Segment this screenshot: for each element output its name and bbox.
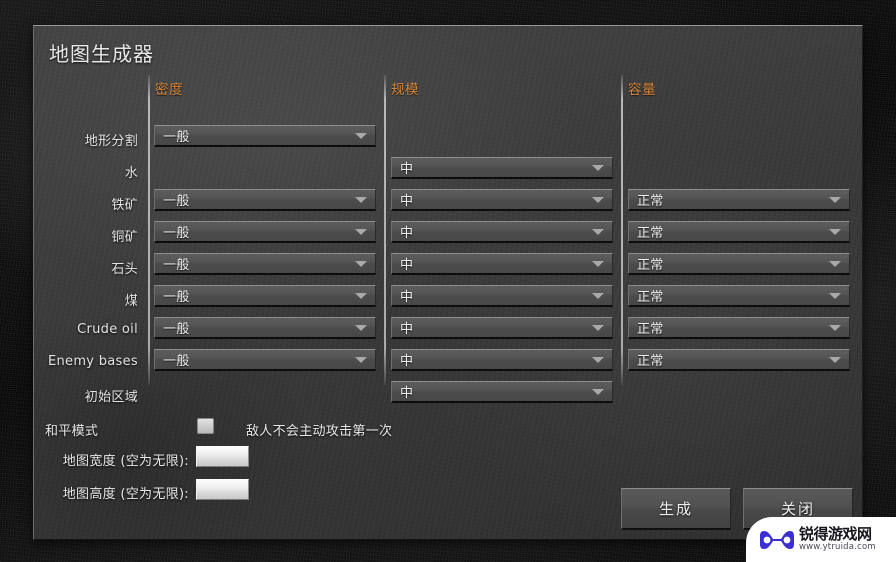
dropdown-coal-capacity[interactable]: 正常 [628, 285, 850, 307]
chevron-down-icon [829, 324, 841, 331]
chevron-down-icon [355, 292, 367, 299]
dropdown-value: 一般 [163, 130, 190, 145]
watermark-name: 锐得游戏网 [799, 525, 872, 544]
dropdown-crude-oil-scale[interactable]: 中 [391, 317, 613, 339]
dropdown-water-scale[interactable]: 中 [391, 157, 613, 179]
chevron-down-icon [592, 292, 604, 299]
peaceful-mode-hint: 敌人不会主动攻击第一次 [246, 424, 393, 439]
row-label-starting-area: 初始区域 [84, 390, 138, 405]
chevron-down-icon [829, 228, 841, 235]
dropdown-value: 一般 [163, 322, 190, 337]
dropdown-starting-area-scale[interactable]: 中 [391, 381, 613, 403]
dropdown-value: 一般 [163, 258, 190, 273]
row-label-water: 水 [124, 166, 138, 181]
dropdown-enemy-bases-capacity[interactable]: 正常 [628, 349, 850, 371]
dropdown-value: 中 [400, 386, 414, 401]
dropdown-value: 中 [400, 258, 414, 273]
column-header-density: 密度 [155, 82, 183, 98]
dropdown-value: 正常 [637, 290, 664, 305]
dropdown-value: 中 [400, 354, 414, 369]
game-background: 地图生成器 密度 规模 容量 地形分割 一般 水 中 铁矿 一般 中 正常 铜矿… [0, 0, 896, 562]
map-height-label: 地图高度 (空为无限): [62, 487, 189, 502]
dropdown-value: 中 [400, 194, 414, 209]
chevron-down-icon [592, 164, 604, 171]
dropdown-value: 中 [400, 290, 414, 305]
column-separator-1 [148, 75, 150, 385]
chevron-down-icon [355, 324, 367, 331]
dropdown-coal-scale[interactable]: 中 [391, 285, 613, 307]
dropdown-copper-ore-scale[interactable]: 中 [391, 221, 613, 243]
dropdown-value: 一般 [163, 226, 190, 241]
dropdown-crude-oil-capacity[interactable]: 正常 [628, 317, 850, 339]
dropdown-enemy-bases-scale[interactable]: 中 [391, 349, 613, 371]
map-width-input[interactable] [196, 446, 249, 467]
dropdown-stone-density[interactable]: 一般 [154, 253, 376, 275]
row-label-enemy-bases: Enemy bases [47, 354, 138, 369]
row-label-copper-ore: 铜矿 [111, 230, 138, 245]
gamepad-logo-icon [760, 530, 794, 549]
dropdown-stone-scale[interactable]: 中 [391, 253, 613, 275]
dropdown-value: 一般 [163, 194, 190, 209]
watermark-url: www.ytruida.com [799, 541, 876, 552]
dropdown-stone-capacity[interactable]: 正常 [628, 253, 850, 275]
dropdown-iron-ore-capacity[interactable]: 正常 [628, 189, 850, 211]
dropdown-enemy-bases-density[interactable]: 一般 [154, 349, 376, 371]
column-separator-2 [384, 75, 386, 385]
column-separator-3 [621, 75, 623, 385]
dropdown-value: 中 [400, 162, 414, 177]
chevron-down-icon [355, 260, 367, 267]
dropdown-value: 一般 [163, 290, 190, 305]
row-label-iron-ore: 铁矿 [111, 198, 138, 213]
dropdown-iron-ore-scale[interactable]: 中 [391, 189, 613, 211]
dropdown-iron-ore-density[interactable]: 一般 [154, 189, 376, 211]
generate-button[interactable]: 生成 [621, 488, 731, 530]
dropdown-value: 正常 [637, 354, 664, 369]
map-width-label: 地图宽度 (空为无限): [62, 454, 189, 469]
dropdown-value: 一般 [163, 354, 190, 369]
chevron-down-icon [592, 260, 604, 267]
chevron-down-icon [355, 228, 367, 235]
chevron-down-icon [592, 324, 604, 331]
chevron-down-icon [355, 356, 367, 363]
chevron-down-icon [355, 196, 367, 203]
chevron-down-icon [592, 356, 604, 363]
dropdown-coal-density[interactable]: 一般 [154, 285, 376, 307]
chevron-down-icon [355, 132, 367, 139]
map-generator-dialog: 地图生成器 密度 规模 容量 地形分割 一般 水 中 铁矿 一般 中 正常 铜矿… [33, 25, 863, 540]
chevron-down-icon [829, 356, 841, 363]
row-label-crude-oil: Crude oil [77, 322, 138, 337]
watermark-text: 锐得游戏网 www.ytruida.com [799, 525, 876, 552]
dropdown-value: 中 [400, 226, 414, 241]
row-label-stone: 石头 [111, 262, 138, 277]
dropdown-value: 正常 [637, 226, 664, 241]
row-label-terrain-segmentation: 地形分割 [84, 134, 138, 149]
column-header-scale: 规模 [391, 82, 419, 98]
dropdown-value: 正常 [637, 194, 664, 209]
map-height-input[interactable] [196, 479, 249, 500]
column-header-capacity: 容量 [628, 82, 656, 98]
chevron-down-icon [829, 196, 841, 203]
row-label-coal: 煤 [124, 294, 138, 309]
dropdown-value: 中 [400, 322, 414, 337]
dropdown-copper-ore-density[interactable]: 一般 [154, 221, 376, 243]
dropdown-value: 正常 [637, 258, 664, 273]
chevron-down-icon [829, 292, 841, 299]
chevron-down-icon [829, 260, 841, 267]
dropdown-crude-oil-density[interactable]: 一般 [154, 317, 376, 339]
dropdown-value: 正常 [637, 322, 664, 337]
chevron-down-icon [592, 228, 604, 235]
site-watermark: 锐得游戏网 www.ytruida.com [746, 517, 896, 562]
chevron-down-icon [592, 196, 604, 203]
peaceful-mode-label: 和平模式 [45, 424, 99, 439]
peaceful-mode-checkbox[interactable] [197, 418, 214, 434]
chevron-down-icon [592, 388, 604, 395]
dropdown-copper-ore-capacity[interactable]: 正常 [628, 221, 850, 243]
dropdown-terrain-segmentation-density[interactable]: 一般 [154, 125, 376, 147]
